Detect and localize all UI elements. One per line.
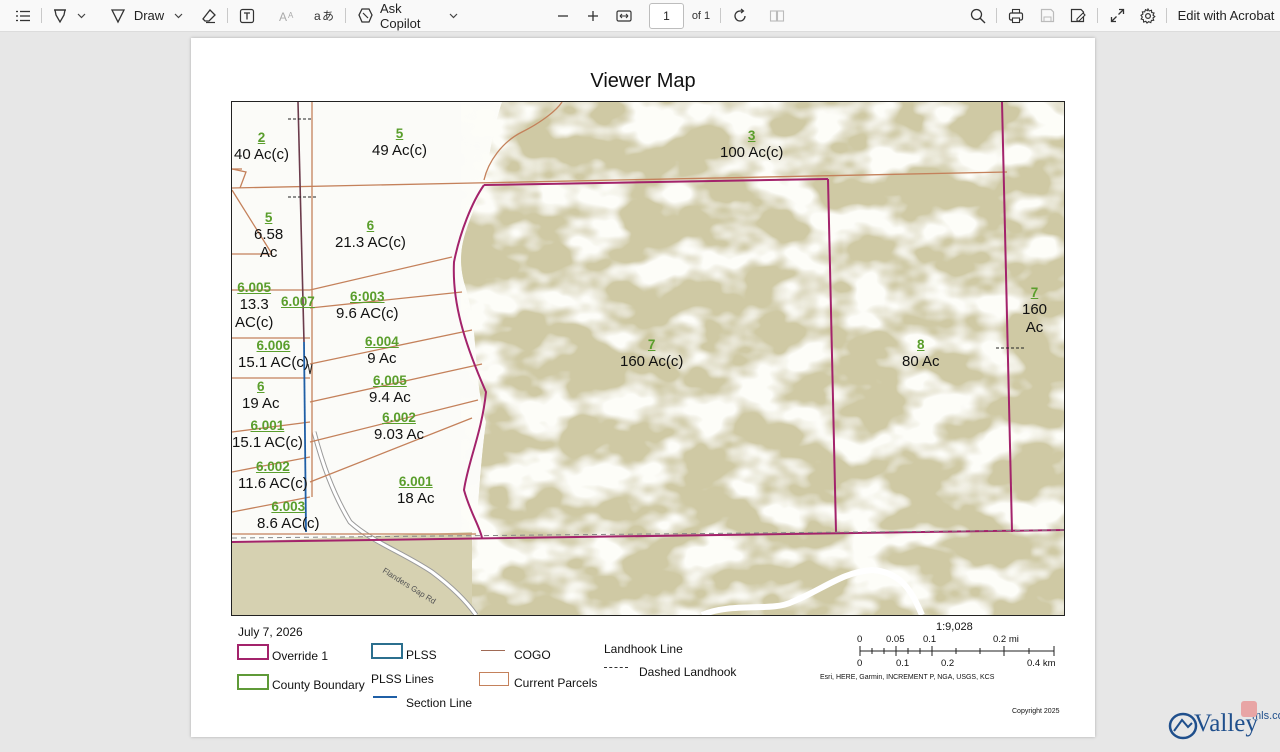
- scale-km-tick: 0.2: [941, 658, 955, 669]
- svg-text:a: a: [314, 9, 321, 23]
- parcel-label[interactable]: 6.003 8.6 AC(c): [257, 499, 320, 533]
- ask-copilot-button[interactable]: Ask Copilot: [380, 0, 442, 31]
- draw-chevron-down-icon[interactable]: [171, 0, 185, 31]
- search-icon[interactable]: [968, 0, 988, 31]
- svg-text:あ: あ: [322, 9, 334, 23]
- dashed-landhook-swatch: [604, 667, 628, 668]
- fit-width-icon[interactable]: [614, 0, 634, 31]
- valley-mls-logo: Valley mls.com: [1168, 701, 1280, 744]
- parcel-label[interactable]: 6.005 9.4 Ac: [369, 373, 411, 407]
- copilot-chevron-down-icon[interactable]: [446, 0, 460, 31]
- page-view-icon[interactable]: [767, 0, 787, 31]
- zoom-in-icon[interactable]: [584, 0, 602, 31]
- copilot-icon[interactable]: [355, 0, 375, 31]
- scale-km-tick: 0: [857, 658, 863, 669]
- parcel-label[interactable]: 6.005 13.3 AC(c): [235, 280, 273, 332]
- pdf-page: Viewer Map Flanders Gap Rd 2 40 Ac(c) 5 …: [191, 38, 1095, 737]
- legend-county-boundary: County Boundary: [272, 678, 365, 692]
- map-date: July 7, 2026: [238, 625, 303, 639]
- map-copyright: Copyright 2025: [1012, 708, 1060, 715]
- map-title: Viewer Map: [590, 70, 696, 92]
- svg-text:A: A: [279, 10, 287, 23]
- eraser-icon[interactable]: [199, 0, 219, 31]
- parcel-label[interactable]: 7 160 Ac(c): [620, 337, 683, 371]
- parcel-label[interactable]: 8 80 Ac: [902, 337, 940, 371]
- plss-swatch: [371, 643, 403, 659]
- override-swatch: [237, 644, 269, 660]
- logo-badge-icon: [1241, 701, 1257, 717]
- legend-current-parcels: Current Parcels: [514, 676, 598, 690]
- parcel-label[interactable]: 6.002 11.6 AC(c): [238, 459, 308, 493]
- legend-landhook: Landhook Line: [604, 642, 683, 656]
- legend-dashed-landhook: Dashed Landhook: [639, 665, 737, 679]
- highlight-icon[interactable]: [50, 0, 70, 31]
- legend-override: Override 1: [272, 649, 329, 663]
- parcel-label[interactable]: 6.007: [281, 294, 315, 310]
- zoom-out-icon[interactable]: [554, 0, 572, 31]
- read-aloud-icon[interactable]: aあ: [313, 0, 335, 31]
- section-line-swatch: [373, 696, 397, 698]
- svg-text:A: A: [288, 11, 294, 20]
- text-format-icon[interactable]: AA: [277, 0, 299, 31]
- pdf-toolbar: Draw AA aあ Ask Copilot 1 of 1 Edit with …: [0, 0, 1280, 32]
- parcel-label[interactable]: 5 6.58 Ac: [254, 210, 283, 262]
- page-number-input[interactable]: 1: [649, 3, 684, 29]
- legend-plss: PLSS: [406, 648, 437, 662]
- highlight-chevron-down-icon[interactable]: [74, 0, 88, 31]
- parcel-label[interactable]: 6.001 15.1 AC(c): [232, 418, 303, 452]
- scale-ratio: 1:9,028: [936, 621, 973, 633]
- scale-bar: [859, 646, 1055, 656]
- scale-km-tick: 0.4 km: [1027, 658, 1056, 669]
- draw-button[interactable]: Draw: [133, 0, 165, 31]
- parcel-label[interactable]: 6.004 9 Ac: [365, 334, 399, 368]
- edit-with-acrobat-button[interactable]: Edit with Acrobat: [1176, 0, 1276, 31]
- page-total: of 1: [691, 9, 711, 22]
- parcel-label[interactable]: 6:003 9.6 AC(c): [336, 289, 399, 323]
- parcel-label[interactable]: 2 40 Ac(c): [234, 130, 289, 164]
- parcel-label[interactable]: 6.002 9.03 Ac: [374, 410, 424, 444]
- parcel-label[interactable]: 7 160 Ac: [1022, 285, 1047, 337]
- scale-km-tick: 0.1: [896, 658, 910, 669]
- save-icon[interactable]: [1037, 0, 1057, 31]
- parcel-label[interactable]: 5 49 Ac(c): [372, 126, 427, 160]
- legend-plss-lines: PLSS Lines: [371, 672, 434, 686]
- rotate-icon[interactable]: [730, 0, 750, 31]
- parcel-label[interactable]: 6 21.3 AC(c): [335, 218, 406, 252]
- parcel-map[interactable]: Flanders Gap Rd 2 40 Ac(c) 5 49 Ac(c) 3 …: [231, 101, 1065, 616]
- county-boundary-swatch: [237, 674, 269, 690]
- parcel-label[interactable]: 3 100 Ac(c): [720, 128, 783, 162]
- cogo-swatch: [481, 650, 505, 651]
- legend-cogo: COGO: [514, 648, 551, 662]
- map-attribution: Esri, HERE, Garmin, INCREMENT P, NGA, US…: [820, 674, 995, 681]
- parcel-label[interactable]: 6.001 18 Ac: [397, 474, 435, 508]
- current-parcels-swatch: [479, 672, 509, 686]
- save-as-icon[interactable]: [1068, 0, 1088, 31]
- expand-icon[interactable]: [1107, 0, 1127, 31]
- settings-gear-icon[interactable]: [1138, 0, 1158, 31]
- legend-section-line: Section Line: [406, 696, 473, 710]
- contents-icon[interactable]: [12, 0, 34, 31]
- text-box-icon[interactable]: [237, 0, 257, 31]
- parcel-label[interactable]: 6 19 Ac: [242, 379, 280, 413]
- print-icon[interactable]: [1006, 0, 1026, 31]
- draw-icon[interactable]: [108, 0, 128, 31]
- parcel-label[interactable]: 6.006 15.1 AC(c): [238, 338, 309, 372]
